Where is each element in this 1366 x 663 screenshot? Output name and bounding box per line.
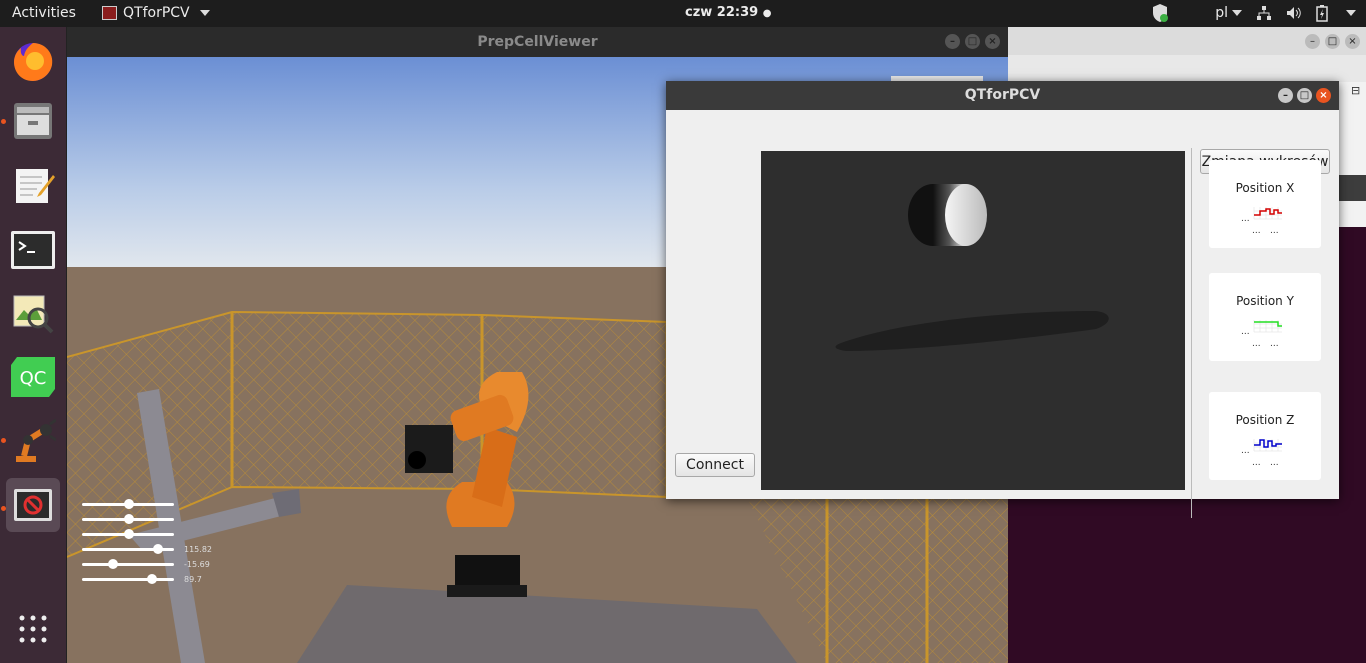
prepcellviewer-icon: [14, 489, 52, 521]
layout-icon[interactable]: ⊟: [1351, 84, 1360, 97]
minimize-icon[interactable]: –: [1305, 34, 1320, 49]
minimize-icon[interactable]: –: [945, 34, 960, 49]
system-tray: pl: [1151, 3, 1356, 23]
minimize-icon[interactable]: –: [1278, 88, 1293, 103]
svg-text:QC: QC: [20, 368, 47, 389]
activities-button[interactable]: Activities: [12, 5, 76, 21]
dock: QC: [0, 27, 67, 663]
y-tick: ...: [1241, 327, 1250, 337]
slider-value: -15.69: [184, 560, 210, 569]
qt-content: Connect Zmiana wykresów Positio: [666, 110, 1339, 518]
dock-item-prepcellviewer[interactable]: [6, 478, 60, 532]
maximize-icon[interactable]: □: [965, 34, 980, 49]
y-tick: ...: [1241, 446, 1250, 456]
joint-slider[interactable]: 89.7: [82, 572, 202, 587]
show-applications-button[interactable]: [6, 602, 60, 656]
firefox-icon: [14, 43, 53, 81]
chart-plot: [1253, 320, 1282, 333]
robot-app-icon: [16, 418, 56, 462]
clock[interactable]: czw 22:39 ●: [685, 5, 771, 20]
volume-icon[interactable]: [1286, 5, 1302, 21]
show-applications-icon: [19, 615, 47, 643]
cylinder-cap: [945, 184, 987, 246]
y-tick: ...: [1241, 214, 1250, 224]
opengl-viewport[interactable]: [761, 151, 1185, 490]
connect-button[interactable]: Connect: [675, 453, 755, 477]
slider-value: 115.82: [184, 545, 212, 554]
dock-item-files[interactable]: [6, 94, 60, 148]
battery-icon[interactable]: [1316, 4, 1328, 22]
clock-label: czw 22:39: [685, 5, 759, 20]
robot-base-plate: [447, 585, 527, 597]
chevron-down-icon: [1232, 10, 1242, 16]
joint-slider[interactable]: 115.82: [82, 542, 212, 557]
chart-position-y[interactable]: Position Y ... ... ...: [1209, 273, 1321, 361]
chart-plot: [1253, 207, 1282, 220]
text-editor-icon: [16, 169, 55, 203]
terminal-icon: [11, 231, 55, 269]
chart-label: Position Y: [1236, 294, 1294, 308]
app-menu-label: QTforPCV: [123, 5, 190, 21]
x-tick: ...: [1270, 226, 1279, 236]
shadow-shape: [835, 311, 1109, 351]
joint-slider[interactable]: [82, 512, 174, 527]
dock-item-text-editor[interactable]: [6, 158, 60, 212]
slider-value: 89.7: [184, 575, 202, 584]
panel-divider: [1191, 148, 1192, 518]
qt-creator-icon: QC: [11, 357, 55, 397]
viewport-scene: [835, 184, 1109, 351]
chart-label: Position X: [1235, 181, 1295, 195]
dock-item-image-viewer[interactable]: [6, 286, 60, 340]
robot-camera-lens: [408, 451, 426, 469]
app-menu[interactable]: QTforPCV: [102, 5, 210, 21]
language-selector[interactable]: pl: [1215, 5, 1242, 21]
close-icon[interactable]: ×: [1345, 34, 1360, 49]
dock-item-terminal[interactable]: [6, 223, 60, 277]
maximize-icon[interactable]: □: [1325, 34, 1340, 49]
chart-plot: [1253, 439, 1282, 452]
window-title: PrepCellViewer: [477, 34, 598, 50]
image-viewer-icon: [13, 295, 54, 334]
joint-slider[interactable]: [82, 497, 174, 512]
window-titlebar: PrepCellViewer – □ ×: [67, 27, 1008, 57]
top-bar: Activities QTforPCV czw 22:39 ● pl: [0, 0, 1366, 27]
background-window-titlebar-2: [1339, 175, 1366, 201]
background-window-titlebar: – □ ×: [1008, 27, 1366, 55]
app-icon: [102, 6, 117, 20]
window-titlebar: QTforPCV – □ ×: [666, 81, 1339, 110]
chart-label: Position Z: [1235, 413, 1295, 427]
network-icon[interactable]: [1256, 5, 1272, 21]
x-tick: ...: [1270, 458, 1279, 468]
x-tick: ...: [1252, 458, 1261, 468]
qtforpcv-window[interactable]: QTforPCV – □ × Connect Position X ... ..…: [666, 81, 1339, 518]
close-icon[interactable]: ×: [985, 34, 1000, 49]
x-tick: ...: [1270, 339, 1279, 349]
chart-position-x[interactable]: Position X ... ... ...: [1209, 160, 1321, 248]
system-menu-chevron-icon[interactable]: [1346, 10, 1356, 16]
language-label: pl: [1215, 5, 1228, 21]
window-title: QTforPCV: [964, 87, 1041, 103]
x-tick: ...: [1252, 226, 1261, 236]
dock-item-robot-app[interactable]: [6, 414, 60, 468]
joint-slider[interactable]: [82, 527, 174, 542]
chevron-down-icon: [199, 10, 210, 16]
dock-item-qt-creator[interactable]: QC: [6, 350, 60, 404]
x-tick: ...: [1252, 339, 1261, 349]
maximize-icon[interactable]: □: [1297, 88, 1312, 103]
close-icon[interactable]: ×: [1316, 88, 1331, 103]
chart-position-z[interactable]: Position Z ... ... ...: [1209, 392, 1321, 480]
files-icon: [14, 103, 52, 139]
joint-slider[interactable]: -15.69: [82, 557, 210, 572]
joint-sliders: 115.82 -15.69 89.7: [82, 497, 212, 587]
dock-item-firefox[interactable]: [6, 33, 60, 87]
shield-icon[interactable]: [1151, 3, 1169, 23]
